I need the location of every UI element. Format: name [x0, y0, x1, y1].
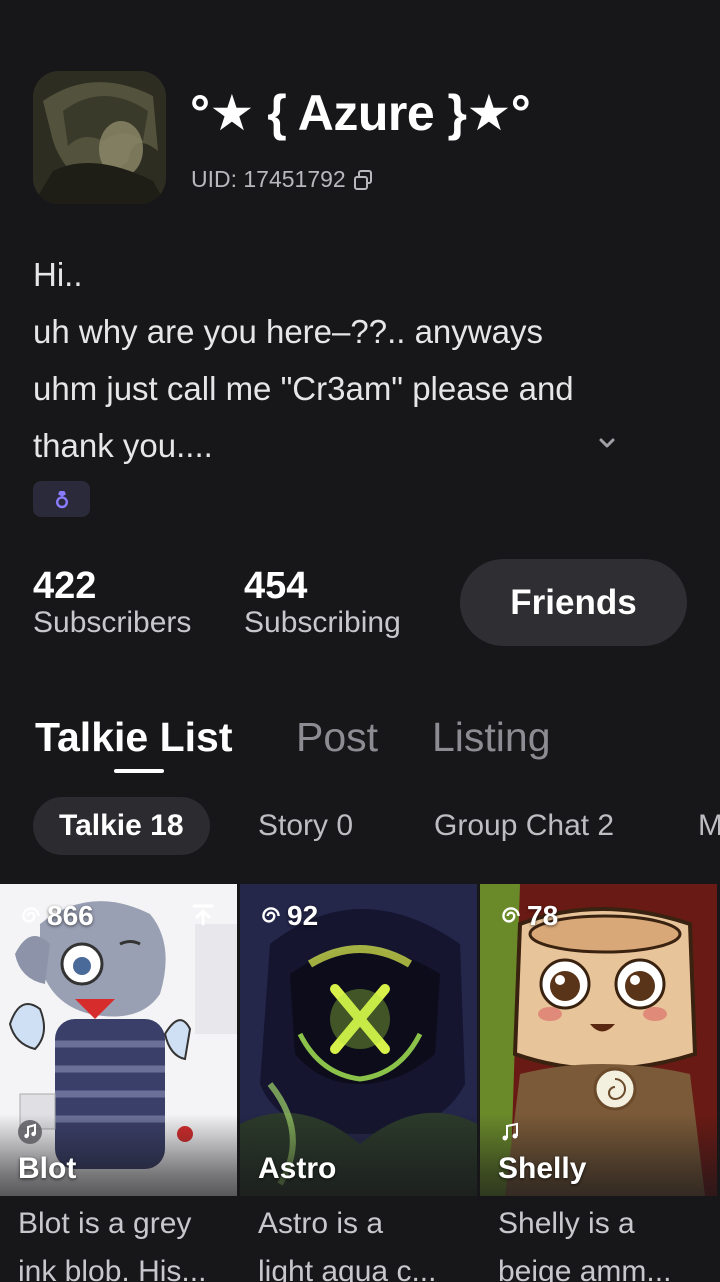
talkie-cards: 866 Blot Blot is a grey ink blob. His...	[0, 884, 720, 1282]
friends-button[interactable]: Friends	[460, 559, 687, 646]
avatar[interactable]	[33, 71, 166, 204]
spiral-views-icon	[22, 907, 40, 923]
ring-badge[interactable]	[33, 481, 90, 517]
profile-tabs: Talkie List Post Listing	[0, 714, 720, 774]
tab-talkie-list[interactable]: Talkie List	[35, 714, 232, 761]
copy-icon[interactable]	[352, 169, 374, 191]
uid-text: UID: 17451792	[191, 166, 346, 192]
card-description: Blot is a grey ink blob. His...	[18, 1200, 230, 1282]
subscribers-count: 422	[33, 565, 97, 607]
card-desc-line: beige amm...	[498, 1255, 672, 1282]
card-desc-line: Astro is a	[258, 1207, 384, 1240]
views-count: 866	[47, 900, 94, 931]
subscribing-stat[interactable]: 454 Subscribing	[244, 566, 401, 640]
bio-text: Hi.. uh why are you here–??.. anyways uh…	[33, 246, 673, 474]
tab-underline	[114, 769, 164, 773]
views-badge: 78	[498, 900, 558, 932]
subscribers-label: Subscribers	[33, 606, 192, 639]
bio-line: uh why are you here–??.. anyways	[33, 313, 543, 350]
music-note-icon	[502, 1122, 518, 1141]
views-badge: 92	[258, 900, 318, 932]
tab-post[interactable]: Post	[296, 714, 378, 761]
chip-story[interactable]: Story 0	[258, 797, 353, 855]
card-title: Shelly	[498, 1152, 587, 1185]
avatar-image	[33, 71, 166, 204]
card-description: Shelly is a beige amm...	[498, 1200, 710, 1282]
subscribing-label: Subscribing	[244, 606, 401, 639]
chip-talkie[interactable]: Talkie 18	[33, 797, 210, 855]
bio-line: uhm just call me "Cr3am" please and	[33, 370, 574, 407]
pin-top-icon	[192, 904, 214, 926]
card-desc-line: light aqua c...	[258, 1255, 437, 1282]
views-count: 78	[527, 900, 559, 931]
chevron-down-icon[interactable]	[596, 432, 618, 454]
uid-row[interactable]: UID: 17451792	[191, 166, 374, 193]
card-title: Blot	[18, 1152, 77, 1185]
card-title: Astro	[258, 1152, 337, 1185]
subscribers-stat[interactable]: 422 Subscribers	[33, 566, 191, 640]
spiral-views-icon	[502, 907, 520, 923]
card-desc-line: Blot is a grey	[18, 1207, 192, 1240]
music-note-icon	[18, 1120, 42, 1144]
ring-badge-icon	[55, 491, 68, 509]
card-description: Astro is a light aqua c...	[258, 1200, 470, 1282]
talkie-card-blot[interactable]: 866 Blot Blot is a grey ink blob. His...	[0, 884, 237, 1282]
views-badge: 866	[18, 900, 94, 932]
filter-chips: Talkie 18 Story 0 Group Chat 2 M	[0, 797, 720, 855]
tab-listing[interactable]: Listing	[432, 714, 551, 761]
chip-group-chat[interactable]: Group Chat 2	[434, 797, 614, 855]
views-count: 92	[287, 900, 319, 931]
bio-line: Hi..	[33, 256, 83, 293]
spiral-views-icon	[262, 907, 280, 923]
talkie-card-shelly[interactable]: 78 Shelly Shelly is a beige amm...	[480, 884, 717, 1282]
profile-name: °★ { Azure }★°	[190, 85, 531, 141]
subscribing-count: 454	[244, 565, 308, 607]
chip-more[interactable]: M	[698, 797, 720, 855]
bio-line: thank you....	[33, 427, 213, 464]
talkie-card-astro[interactable]: 92 Astro Astro is a light aqua c...	[240, 884, 477, 1282]
card-desc-line: ink blob. His...	[18, 1255, 207, 1282]
card-desc-line: Shelly is a	[498, 1207, 635, 1240]
